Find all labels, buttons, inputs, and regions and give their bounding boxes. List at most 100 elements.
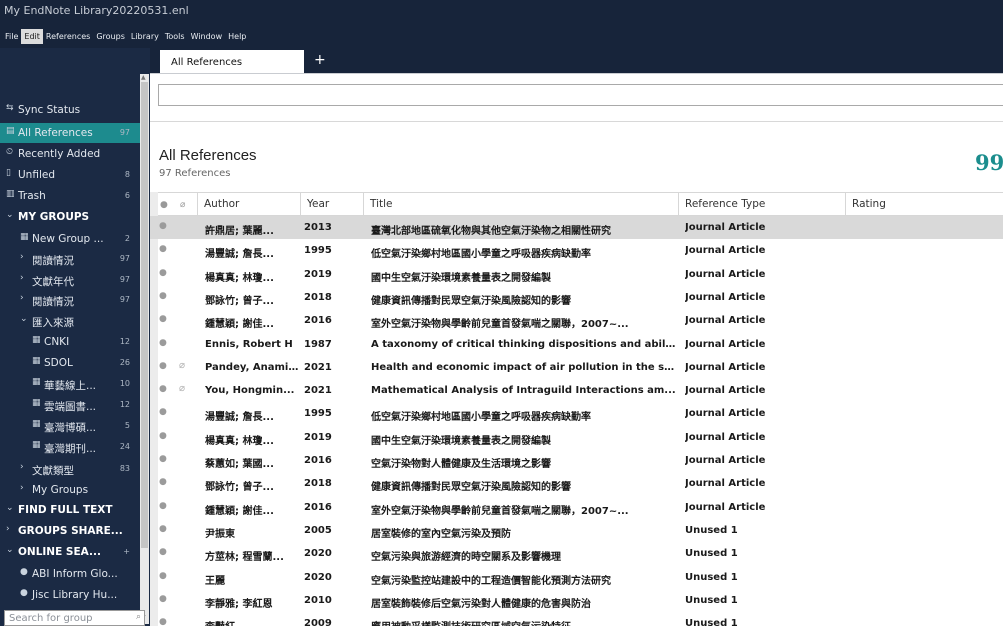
table-row[interactable]: ● 鍾慧穎; 謝佳... 2016 室外空氣汙染物與學齡前兒童首發氣喘之關聯，2007… (150, 496, 1003, 519)
sidebar-item[interactable]: ● Jisc Library Hu... (0, 585, 140, 605)
menu-groups[interactable]: Groups (93, 29, 128, 44)
cell-title: 國中生空氣汙染環境素養量表之開發編製 (371, 435, 551, 447)
sidebar-scrollbar[interactable]: ▲ ▼ (140, 74, 149, 624)
sidebar-item[interactable]: ⏲ Recently Added (0, 144, 140, 164)
title-bar: My EndNote Library20220531.enl File Edit… (0, 0, 1003, 48)
group-icon: ▦ (32, 419, 41, 429)
sidebar-item[interactable]: › 文獻類型 83 (0, 459, 140, 479)
table-row[interactable]: ● Ennis, Robert H 1987 A taxonomy of critic… (150, 333, 1003, 356)
cell-author: You, Hongmin... (205, 385, 295, 397)
cell-title: A taxonomy of critical thinking disposit… (371, 338, 677, 350)
cell-year: 2005 (304, 524, 332, 536)
read-status-column-icon[interactable]: ● (160, 200, 168, 210)
menu-references[interactable]: References (43, 29, 93, 44)
sidebar-item[interactable]: ⌄ MY GROUPS (0, 207, 140, 227)
menu-help[interactable]: Help (225, 29, 249, 44)
cell-title: 室外空氣汙染物與學齡前兒童首發氣喘之關聯，2007~... (371, 319, 629, 331)
sidebar-item[interactable]: ▦ New Group ... 2 (0, 229, 140, 249)
table-row[interactable]: ● 鄧詠竹; 曾子... 2018 健康資訊傳播對民眾空氣汙染風險認知的影響 Journ… (150, 472, 1003, 495)
menu-library[interactable]: Library (128, 29, 162, 44)
sidebar-item-count: 10 (119, 379, 130, 388)
sidebar-item[interactable]: ⇆ Sync Status (0, 100, 140, 120)
read-status-icon: ● (159, 617, 167, 626)
sidebar-item[interactable]: ● ABI Inform Glo... (0, 564, 140, 584)
cell-year: 1995 (304, 245, 332, 257)
group-icon: ▦ (20, 232, 29, 242)
sidebar-item[interactable]: ⌄ 匯入來源 (0, 311, 140, 331)
table-row[interactable]: ● 湯豐誠; 詹長... 1995 低空氣汙染鄉村地區國小學童之呼吸器疾病缺勤率 Jou… (150, 239, 1003, 262)
attachment-column-icon[interactable]: ⌀ (180, 200, 185, 210)
sidebar-item-label: 華藝線上... (44, 380, 97, 392)
column-author[interactable]: Author (197, 193, 300, 216)
table-row[interactable]: ● 楊真真; 林瓊... 2019 國中生空氣汙染環境素養量表之開發編製 Journal… (150, 263, 1003, 286)
sidebar-item[interactable]: ▦ 雲端圖書... 12 (0, 395, 140, 415)
cell-reference-type: Unused 1 (685, 618, 738, 626)
table-row[interactable]: ● 鄧詠竹; 曾子... 2018 健康資訊傳播對民眾空氣汙染風險認知的影響 Journ… (150, 286, 1003, 309)
cell-year: 2016 (304, 315, 332, 327)
column-year[interactable]: Year (300, 193, 363, 216)
sidebar-item-label: 閱讀情況 (32, 296, 74, 308)
reference-search-input[interactable] (158, 84, 1003, 106)
sidebar-item-label: CNKI (44, 336, 70, 348)
insert-citation-icon[interactable]: 99 (975, 150, 1003, 175)
table-row[interactable]: ● ⌀ Pandey, Anami... 2021 Health and economi… (150, 356, 1003, 379)
sidebar-item[interactable]: › GROUPS SHARE... (0, 521, 140, 541)
menu-tools[interactable]: Tools (162, 29, 188, 44)
menu-window[interactable]: Window (188, 29, 226, 44)
sidebar-item[interactable]: ▦ SDOL 26 (0, 353, 140, 373)
sidebar-item[interactable]: ▥ Trash 6 (0, 186, 140, 206)
sidebar-item-label: All References (18, 127, 93, 139)
table-row[interactable]: ● ⌀ You, Hongmin... 2021 Mathematical Analys… (150, 379, 1003, 402)
sidebar-item-count[interactable]: + (123, 547, 130, 556)
cell-year: 2009 (304, 618, 332, 626)
cell-title: 居室裝修的室內空氣污染及預防 (371, 528, 511, 540)
table-row[interactable]: ● 李靜雅; 李紅恩 2010 居室裝飾裝修后空氣污染對人體健康的危害與防治 Unuse… (150, 589, 1003, 612)
sidebar-item[interactable]: › My Groups (0, 480, 140, 500)
sidebar-item[interactable]: › 閱讀情況 97 (0, 290, 140, 310)
table-row[interactable]: ● 李豔紅 2009 應用被動采樣監測技術研究區域空氣污染特征 Unused 1 (150, 612, 1003, 626)
table-row[interactable]: ● 尹振東 2005 居室裝修的室內空氣污染及預防 Unused 1 (150, 519, 1003, 542)
group-icon: ▦ (32, 335, 41, 345)
scroll-up-icon[interactable]: ▲ (141, 74, 146, 81)
sidebar-item-label: 文獻年代 (32, 276, 74, 288)
search-icon[interactable]: ⌕ (136, 612, 141, 622)
sidebar-item[interactable]: ▤ All References 97 (0, 123, 140, 143)
sidebar-item-count: 26 (119, 358, 130, 367)
sidebar-item-count: 12 (119, 400, 130, 409)
sidebar-item[interactable]: ▦ CNKI 12 (0, 332, 140, 352)
cell-title: Mathematical Analysis of Intraguild Inte… (371, 385, 676, 397)
sidebar-item[interactable]: ▦ 臺灣博碩... 5 (0, 416, 140, 436)
cell-title: Health and economic impact of air pollut… (371, 361, 677, 373)
sidebar-item[interactable]: › 文獻年代 97 (0, 270, 140, 290)
cell-author: Pandey, Anami... (205, 361, 299, 373)
menu-file[interactable]: File (2, 29, 21, 44)
table-row[interactable]: ● 蔡蕙如; 葉國... 2016 空氣汙染物對人體健康及生活環境之影響 Journal… (150, 449, 1003, 472)
table-row[interactable]: ● 鍾慧穎; 謝佳... 2016 室外空氣汙染物與學齡前兒童首發氣喘之關聯，2007… (150, 309, 1003, 332)
cell-reference-type: Journal Article (685, 245, 766, 257)
tab-all-references[interactable]: All References (160, 50, 304, 74)
table-row[interactable]: ● 方莖林; 程雪蘭... 2020 空氣污染與旅游經濟的時空關系及影響機理 Unuse… (150, 542, 1003, 565)
column-title[interactable]: Title (363, 193, 678, 216)
column-reference-type[interactable]: Reference Type (678, 193, 845, 216)
sidebar-item[interactable]: › 閱讀情況 97 (0, 249, 140, 269)
table-row[interactable]: ● 許鼎居; 葉麗... 2013 臺灣北部地區硫氧化物與其他空氣汙染物之相關性研究 J… (150, 216, 1003, 239)
table-row[interactable]: ● 湯豐誠; 詹長... 1995 低空氣汙染鄉村地區國小學童之呼吸器疾病缺勤率 Jou… (150, 402, 1003, 425)
sidebar-item[interactable]: ⌄ FIND FULL TEXT (0, 500, 140, 520)
cell-title: 國中生空氣汙染環境素養量表之開發編製 (371, 272, 551, 284)
cell-reference-type: Journal Article (685, 455, 766, 466)
sidebar-item[interactable]: ▦ 華藝線上... 10 (0, 374, 140, 394)
add-tab-button[interactable]: + (314, 52, 326, 68)
chevron-right-icon: › (6, 524, 10, 534)
sidebar-item-count: 5 (124, 421, 130, 430)
sidebar-item[interactable]: ⌄ ONLINE SEA... + (0, 542, 140, 562)
table-row[interactable]: ● 王麗 2020 空氣污染監控站建設中的工程造價智能化預測方法研究 Unused 1 (150, 566, 1003, 589)
column-rating[interactable]: Rating (845, 193, 1003, 216)
sidebar-scroll-thumb[interactable] (141, 82, 148, 548)
doc-icon: ▯ (6, 168, 11, 178)
sidebar-item[interactable]: ▦ 臺灣期刊... 24 (0, 437, 140, 457)
table-row[interactable]: ● 楊真真; 林瓊... 2019 國中生空氣汙染環境素養量表之開發編製 Journal… (150, 426, 1003, 449)
menu-edit[interactable]: Edit (21, 29, 43, 44)
page-title: All References (159, 147, 257, 164)
sidebar-item[interactable]: ▯ Unfiled 8 (0, 165, 140, 185)
search-group-input[interactable]: Search for group ⌕ (4, 610, 145, 626)
